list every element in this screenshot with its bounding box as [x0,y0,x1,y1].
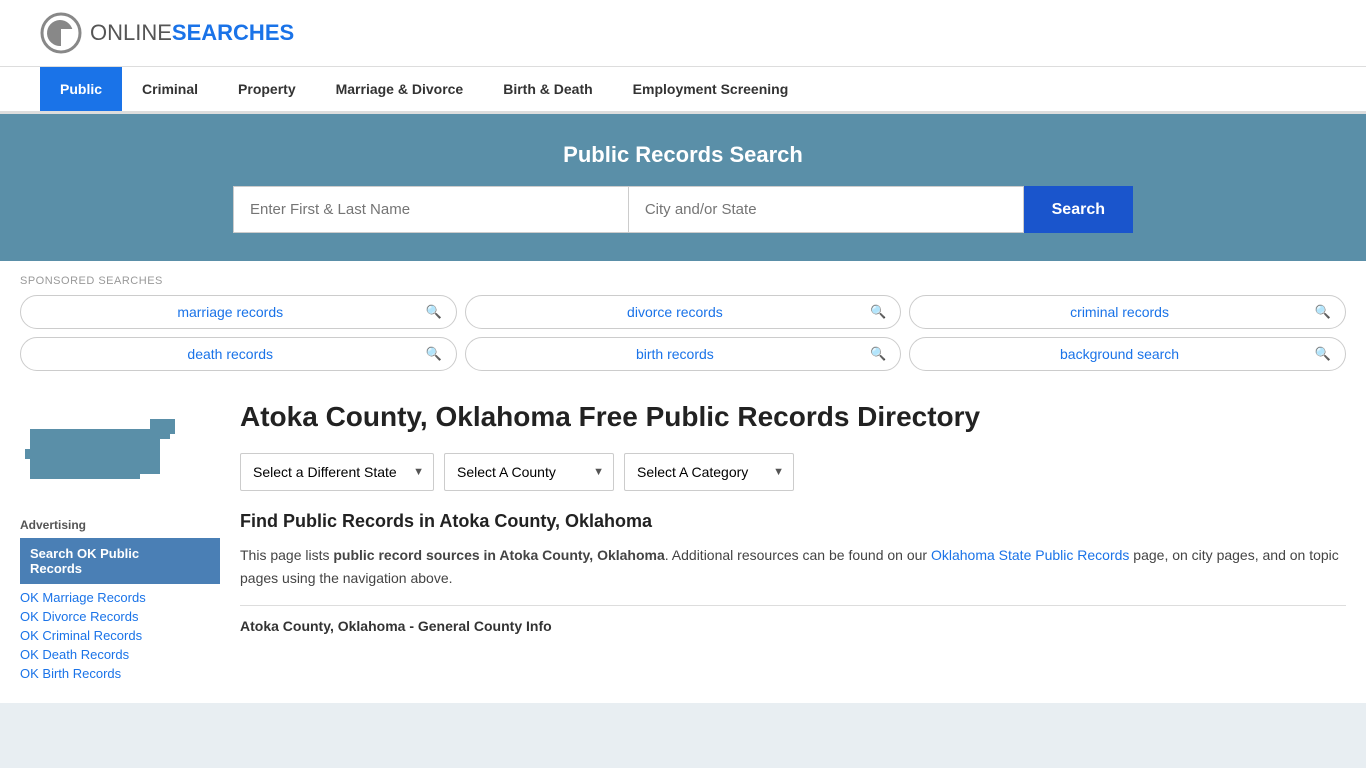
category-select-wrapper: Select A Category [624,453,794,491]
sidebar-link-birth[interactable]: OK Birth Records [20,664,220,683]
sponsored-grid: marriage records 🔍 divorce records 🔍 cri… [20,295,1346,371]
state-select-wrapper: Select a Different State [240,453,434,491]
search-icon: 🔍 [1315,304,1331,320]
sidebar: Advertising Search OK Public Records OK … [20,399,220,683]
search-icon: 🔍 [425,346,441,362]
sponsored-item-background[interactable]: background search 🔍 [909,337,1346,371]
sidebar-link-death[interactable]: OK Death Records [20,645,220,664]
sidebar-link-criminal[interactable]: OK Criminal Records [20,626,220,645]
state-map [20,399,220,502]
nav-birth-death[interactable]: Birth & Death [483,67,612,111]
nav-criminal[interactable]: Criminal [122,67,218,111]
general-info-heading: Atoka County, Oklahoma - General County … [240,605,1346,634]
state-select[interactable]: Select a Different State [240,453,434,491]
county-select[interactable]: Select A County [444,453,614,491]
search-form: Search [233,186,1133,233]
logo-icon [40,12,82,54]
header: ONLINE SEARCHES Public Criminal Property… [0,0,1366,114]
featured-ad[interactable]: Search OK Public Records [20,538,220,584]
sponsored-item-birth[interactable]: birth records 🔍 [465,337,902,371]
hero-title: Public Records Search [40,142,1326,168]
section-heading: Find Public Records in Atoka County, Okl… [240,511,1346,532]
sponsored-item-marriage[interactable]: marriage records 🔍 [20,295,457,329]
location-input[interactable] [628,186,1024,233]
county-select-wrapper: Select A County [444,453,614,491]
logo-text: ONLINE SEARCHES [90,20,294,46]
page-title: Atoka County, Oklahoma Free Public Recor… [240,399,1346,435]
nav-marriage-divorce[interactable]: Marriage & Divorce [316,67,484,111]
search-icon: 🔍 [1315,346,1331,362]
name-input[interactable] [233,186,628,233]
sponsored-label: SPONSORED SEARCHES [20,275,1346,287]
logo[interactable]: ONLINE SEARCHES [40,12,294,54]
oklahoma-map-svg [20,399,180,499]
sponsored-item-divorce[interactable]: divorce records 🔍 [465,295,902,329]
nav-public[interactable]: Public [40,67,122,111]
hero-banner: Public Records Search Search [0,114,1366,261]
content-layout: Advertising Search OK Public Records OK … [0,379,1366,703]
search-button[interactable]: Search [1024,186,1133,233]
nav-employment[interactable]: Employment Screening [613,67,809,111]
nav: Public Criminal Property Marriage & Divo… [0,67,1366,113]
sponsored-section: SPONSORED SEARCHES marriage records 🔍 di… [0,261,1366,379]
search-icon: 🔍 [870,304,886,320]
sponsored-item-death[interactable]: death records 🔍 [20,337,457,371]
sidebar-link-marriage[interactable]: OK Marriage Records [20,588,220,607]
description: This page lists public record sources in… [240,544,1346,589]
search-icon: 🔍 [425,304,441,320]
advertising-label: Advertising [20,518,220,532]
category-select[interactable]: Select A Category [624,453,794,491]
sidebar-link-divorce[interactable]: OK Divorce Records [20,607,220,626]
nav-property[interactable]: Property [218,67,316,111]
selects-row: Select a Different State Select A County… [240,453,1346,491]
oklahoma-records-link[interactable]: Oklahoma State Public Records [931,547,1129,563]
sponsored-item-criminal[interactable]: criminal records 🔍 [909,295,1346,329]
main-content: Atoka County, Oklahoma Free Public Recor… [240,399,1346,683]
search-icon: 🔍 [870,346,886,362]
